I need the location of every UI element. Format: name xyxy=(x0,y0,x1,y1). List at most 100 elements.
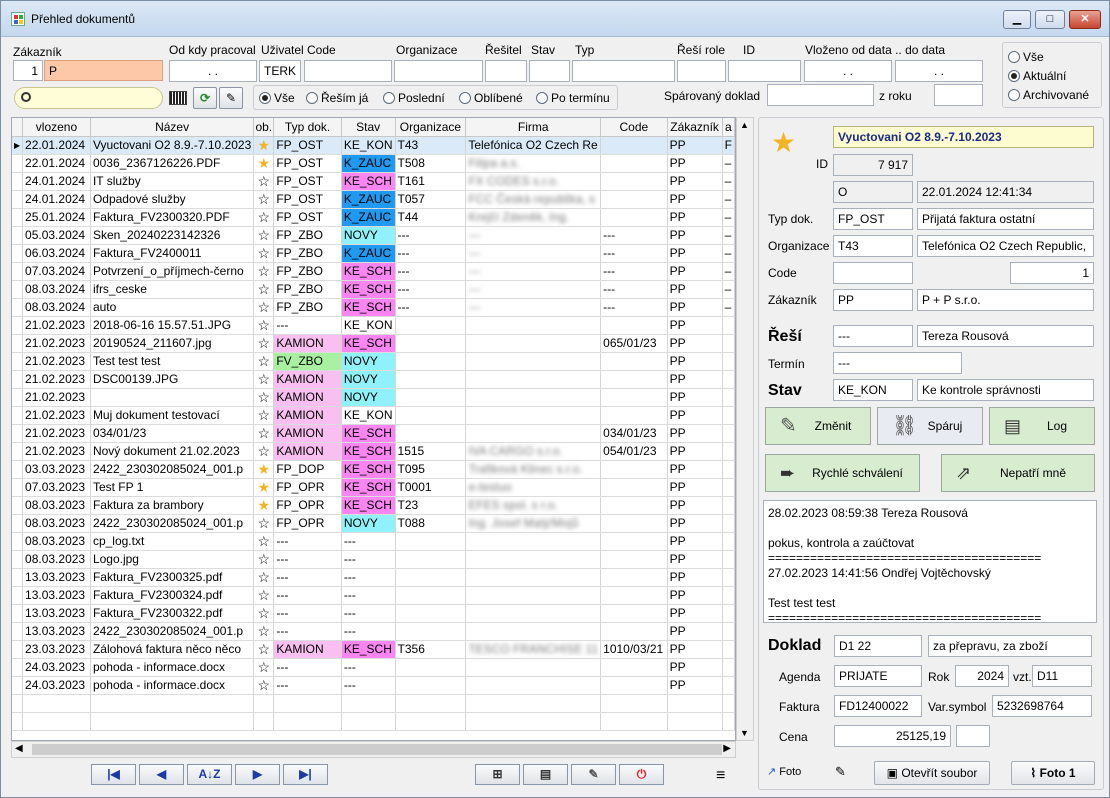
column-header[interactable]: Název xyxy=(90,118,255,137)
print-button[interactable]: ▤ xyxy=(523,764,568,785)
stav-name-field[interactable]: Ke kontrole správnosti xyxy=(917,379,1094,401)
vlozeno-od-field[interactable]: . . xyxy=(804,60,892,82)
favorite-star-icon[interactable]: ★ xyxy=(253,460,275,479)
row-indicator[interactable] xyxy=(12,550,24,569)
radio-all[interactable]: Vše xyxy=(259,91,295,105)
doklad-desc-field[interactable]: za přepravu, za zboží xyxy=(928,635,1092,657)
z-roku-field[interactable] xyxy=(934,84,983,106)
row-indicator[interactable] xyxy=(12,658,24,677)
row-indicator[interactable] xyxy=(12,640,24,659)
favorite-star-icon[interactable]: ☆ xyxy=(253,298,275,317)
resi-name-field[interactable]: Tereza Rousová xyxy=(917,325,1094,347)
row-indicator[interactable] xyxy=(12,298,24,317)
otevrit-soubor-button[interactable]: ▣ Otevřít soubor xyxy=(874,761,990,785)
favorite-star-icon[interactable]: ☆ xyxy=(253,316,275,335)
favorite-star-icon[interactable]: ☆ xyxy=(253,334,275,353)
favorite-star-icon[interactable]: ☆ xyxy=(253,424,275,443)
typ-code-field[interactable]: FP_OST xyxy=(833,208,913,230)
radio-scope-archive[interactable]: Archivované xyxy=(1008,88,1089,102)
nepatri-mne-button[interactable]: ⇗ Nepatří mně xyxy=(941,454,1095,492)
edit-button[interactable]: ✎ xyxy=(571,764,616,785)
table-row[interactable]: 21.02.2023 2018-06-16 15.57.51.JPG ☆ --- KE_… xyxy=(12,316,735,335)
currency-field[interactable] xyxy=(956,725,990,747)
favorite-star-icon[interactable]: ☆ xyxy=(253,190,275,209)
menu-icon[interactable]: ≡ xyxy=(716,767,725,785)
row-indicator[interactable]: ▶ xyxy=(12,136,24,155)
zak-name-field[interactable]: P + P s.r.o. xyxy=(917,289,1094,311)
column-header[interactable]: Organizace xyxy=(395,118,467,137)
favorite-star-icon[interactable]: ★ xyxy=(253,154,275,173)
row-indicator[interactable] xyxy=(12,424,24,443)
table-row[interactable]: 08.03.2023 cp_log.txt ☆ --- --- PP xyxy=(12,532,735,551)
table-row[interactable]: 13.03.2023 Faktura_FV2300324.pdf ☆ --- --- PP xyxy=(12,586,735,605)
rychle-schvaleni-button[interactable]: ➨ Rychlé schválení xyxy=(765,454,920,492)
detail-title-field[interactable]: Vyuctovani O2 8.9.-7.10.2023 xyxy=(833,126,1094,148)
grid-vertical-scrollbar[interactable]: ▲ ▼ xyxy=(736,117,754,741)
favorite-star-icon[interactable]: ☆ xyxy=(253,586,275,605)
row-indicator[interactable] xyxy=(12,532,24,551)
column-header[interactable]: ob. xyxy=(253,118,275,137)
cena-field[interactable]: 25125,19 xyxy=(834,725,951,747)
barcode-icon[interactable] xyxy=(169,91,187,105)
close-button[interactable]: ✕ xyxy=(1069,10,1101,29)
favorite-star-icon[interactable]: ☆ xyxy=(253,532,275,551)
zakaznik-field[interactable]: P xyxy=(44,60,163,81)
table-row[interactable]: 24.03.2023 pohoda - informace.docx ☆ --- ---… xyxy=(12,676,735,695)
table-row[interactable]: 07.03.2023 Test FP 1 ★ FP_OPR KE_SCH T0001 e-t… xyxy=(12,478,735,497)
row-indicator[interactable] xyxy=(12,676,24,695)
column-header[interactable]: Zákazník xyxy=(667,118,723,137)
table-row[interactable]: 08.03.2023 Logo.jpg ☆ --- --- PP xyxy=(12,550,735,569)
id-filter-field[interactable] xyxy=(728,60,801,82)
scroll-up-icon[interactable]: ▲ xyxy=(740,120,749,130)
org-code-field[interactable]: T43 xyxy=(833,235,913,257)
sparovany-field[interactable] xyxy=(767,84,874,106)
favorite-star-icon[interactable]: ☆ xyxy=(253,262,275,281)
row-indicator[interactable] xyxy=(12,568,24,587)
scroll-right-icon[interactable]: ▶ xyxy=(723,743,731,754)
table-row[interactable]: 03.03.2023 2422_230302085024_001.p ★ FP_DOP… xyxy=(12,460,735,479)
favorite-star-icon[interactable]: ☆ xyxy=(253,172,275,191)
organizace-field[interactable] xyxy=(394,60,483,82)
favorite-star-icon[interactable]: ☆ xyxy=(253,514,275,533)
termin-field[interactable]: --- xyxy=(833,352,962,374)
pin-icon[interactable]: ✎ xyxy=(835,764,846,780)
code-field[interactable] xyxy=(304,60,392,82)
zakaznik-number-field[interactable]: 1 xyxy=(13,60,43,81)
varsym-field[interactable]: 5232698764 xyxy=(992,695,1092,717)
search-binoculars-button[interactable]: ⊞ xyxy=(475,764,520,785)
favorite-star-icon[interactable]: ★ xyxy=(771,129,796,157)
row-indicator[interactable] xyxy=(12,442,24,461)
table-row[interactable]: 13.03.2023 Faktura_FV2300325.pdf ☆ --- --- PP xyxy=(12,568,735,587)
favorite-star-icon[interactable]: ☆ xyxy=(253,550,275,569)
typ-field[interactable] xyxy=(572,60,675,82)
last-record-button[interactable]: ▶| xyxy=(283,764,328,785)
row-indicator[interactable] xyxy=(12,154,24,173)
table-row[interactable]: 08.03.2023 Faktura za brambory ★ FP_OPR KE_S… xyxy=(12,496,735,515)
row-indicator[interactable] xyxy=(12,262,24,281)
row-indicator[interactable] xyxy=(12,478,24,497)
agenda-field[interactable]: PRIJATE xyxy=(834,665,922,687)
table-row[interactable]: ▶ 22.01.2024 Vyuctovani O2 8.9.-7.10.2023 ★… xyxy=(12,136,735,155)
row-indicator[interactable] xyxy=(12,460,24,479)
code-detail-field[interactable] xyxy=(833,262,913,284)
row-indicator[interactable] xyxy=(12,226,24,245)
minimize-button[interactable]: ▁ xyxy=(1003,10,1031,29)
refresh-button[interactable]: ⟳ xyxy=(193,87,217,109)
column-header[interactable]: Typ dok. xyxy=(273,118,342,137)
column-header[interactable]: a xyxy=(722,118,735,137)
column-header[interactable]: Code xyxy=(600,118,668,137)
row-indicator[interactable] xyxy=(12,496,24,515)
resitel-field[interactable] xyxy=(485,60,527,82)
first-record-button[interactable]: |◀ xyxy=(91,764,136,785)
row-indicator[interactable] xyxy=(12,352,24,371)
favorite-star-icon[interactable]: ☆ xyxy=(253,226,275,245)
row-indicator[interactable] xyxy=(12,406,24,425)
faktura-field[interactable]: FD12400022 xyxy=(834,695,922,717)
table-row[interactable]: 25.01.2024 Faktura_FV2300320.PDF ☆ FP_OST K_… xyxy=(12,208,735,227)
log-button[interactable]: ▤ Log xyxy=(989,407,1095,445)
favorite-star-icon[interactable]: ☆ xyxy=(253,442,275,461)
table-row[interactable]: 24.01.2024 IT služby ☆ FP_OST KE_SCH T161 FX C… xyxy=(12,172,735,191)
typ-name-field[interactable]: Přijatá faktura ostatní xyxy=(917,208,1094,230)
search-input[interactable] xyxy=(14,87,163,109)
vzt-field[interactable]: D11 xyxy=(1032,665,1092,687)
